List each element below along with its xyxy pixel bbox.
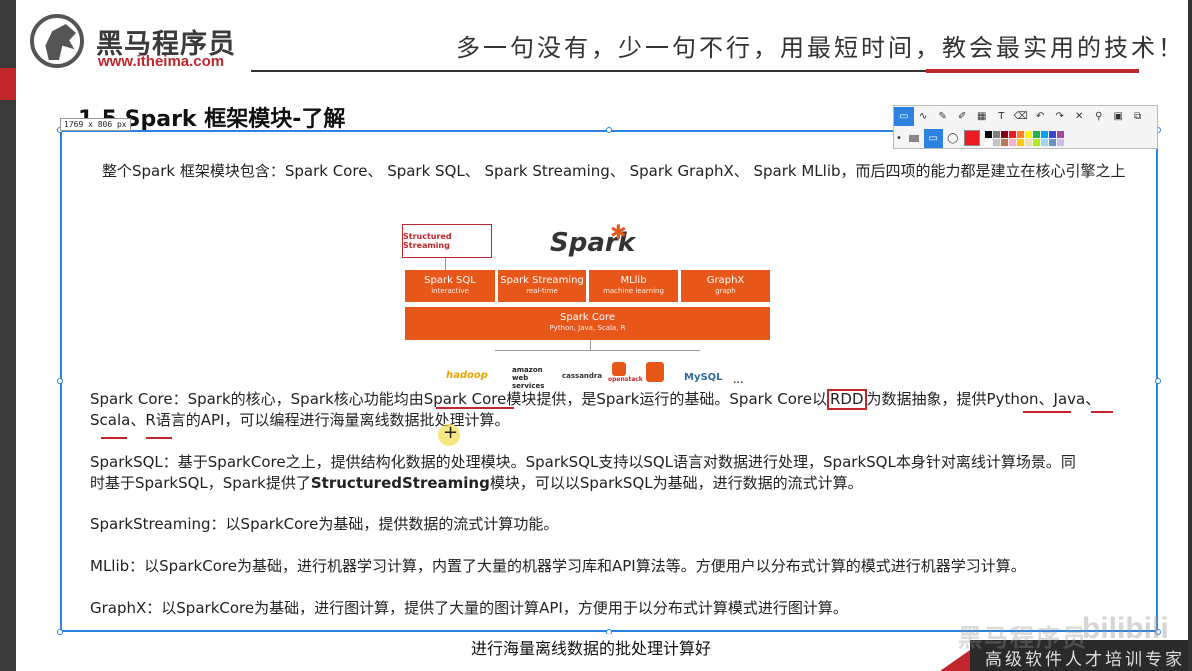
redo-icon[interactable]: ↷	[1050, 107, 1070, 126]
color-swatch[interactable]	[984, 138, 992, 146]
footer-red-accent	[940, 650, 970, 671]
resize-handle-w[interactable]	[57, 378, 63, 384]
save-icon[interactable]: ▣	[1109, 107, 1129, 126]
color-swatch[interactable]	[1024, 130, 1032, 138]
slogan: 多一句没有，少一句不行，用最短时间，教会最实用的技术！	[456, 34, 1185, 62]
selection-dimensions: 1769 x 806 px	[60, 118, 131, 131]
marker-tool-icon[interactable]: ✐	[953, 107, 973, 126]
left-edge-strip	[0, 0, 16, 671]
dot-size-icon[interactable]: •	[894, 129, 904, 148]
color-swatch[interactable]	[1000, 138, 1008, 146]
color-swatch[interactable]	[1024, 138, 1032, 146]
right-edge-strip	[1188, 0, 1192, 671]
pin-icon[interactable]: ⚲	[1089, 107, 1109, 126]
rect-shape-icon[interactable]: ▭	[923, 128, 943, 148]
color-palette[interactable]	[984, 130, 1064, 146]
brand-url: www.itheima.com	[98, 53, 225, 70]
color-swatch[interactable]	[1040, 138, 1048, 146]
color-swatch[interactable]	[1056, 138, 1064, 146]
color-swatch[interactable]	[1016, 138, 1024, 146]
resize-handle-n[interactable]	[606, 127, 612, 133]
header-divider-accent	[926, 69, 1139, 73]
left-red-accent	[0, 68, 16, 100]
color-swatch[interactable]	[1008, 130, 1016, 138]
footer-slogan: 高级软件人才培训专家	[985, 650, 1185, 670]
color-swatch[interactable]	[1016, 130, 1024, 138]
color-swatch[interactable]	[1000, 130, 1008, 138]
color-swatch[interactable]	[1048, 130, 1056, 138]
screenshot-selection-box[interactable]	[60, 130, 1158, 632]
text-tool-icon[interactable]: T	[992, 107, 1012, 126]
pen-tool-icon[interactable]: ✎	[933, 107, 953, 126]
current-color-swatch[interactable]	[963, 129, 981, 148]
rect-select-icon[interactable]: ▭	[894, 107, 914, 126]
copy-icon[interactable]: ⧉	[1128, 107, 1148, 126]
ellipse-shape-icon[interactable]: ◯	[943, 129, 963, 148]
color-swatch[interactable]	[1032, 130, 1040, 138]
color-swatch[interactable]	[992, 130, 1000, 138]
resize-handle-sw[interactable]	[57, 629, 63, 635]
color-swatch[interactable]	[1056, 130, 1064, 138]
screenshot-toolbar: ▭ ∿ ✎ ✐ ▦ T ⌫ ↶ ↷ ✕ ⚲ ▣ ⧉ • ▭ ◯	[893, 105, 1158, 149]
close-icon[interactable]: ✕	[1070, 107, 1090, 126]
eraser-tool-icon[interactable]: ⌫	[1011, 107, 1031, 126]
video-subtitle: 进行海量离线数据的批处理计算好	[468, 634, 715, 660]
line-tool-icon[interactable]: ∿	[914, 107, 934, 126]
color-swatch[interactable]	[992, 138, 1000, 146]
fill-style-icon[interactable]	[904, 129, 924, 148]
color-swatch[interactable]	[1032, 138, 1040, 146]
slide-header: 黑马程序员 www.itheima.com 多一句没有，少一句不行，用最短时间，…	[16, 0, 1188, 80]
horse-logo-icon	[30, 14, 84, 68]
resize-handle-e[interactable]	[1155, 378, 1161, 384]
color-swatch[interactable]	[1008, 138, 1016, 146]
undo-icon[interactable]: ↶	[1031, 107, 1051, 126]
color-swatch[interactable]	[1048, 138, 1056, 146]
color-swatch[interactable]	[984, 130, 992, 138]
color-swatch[interactable]	[1040, 130, 1048, 138]
mosaic-tool-icon[interactable]: ▦	[972, 107, 992, 126]
bilibili-watermark: bilibili	[1082, 612, 1169, 645]
